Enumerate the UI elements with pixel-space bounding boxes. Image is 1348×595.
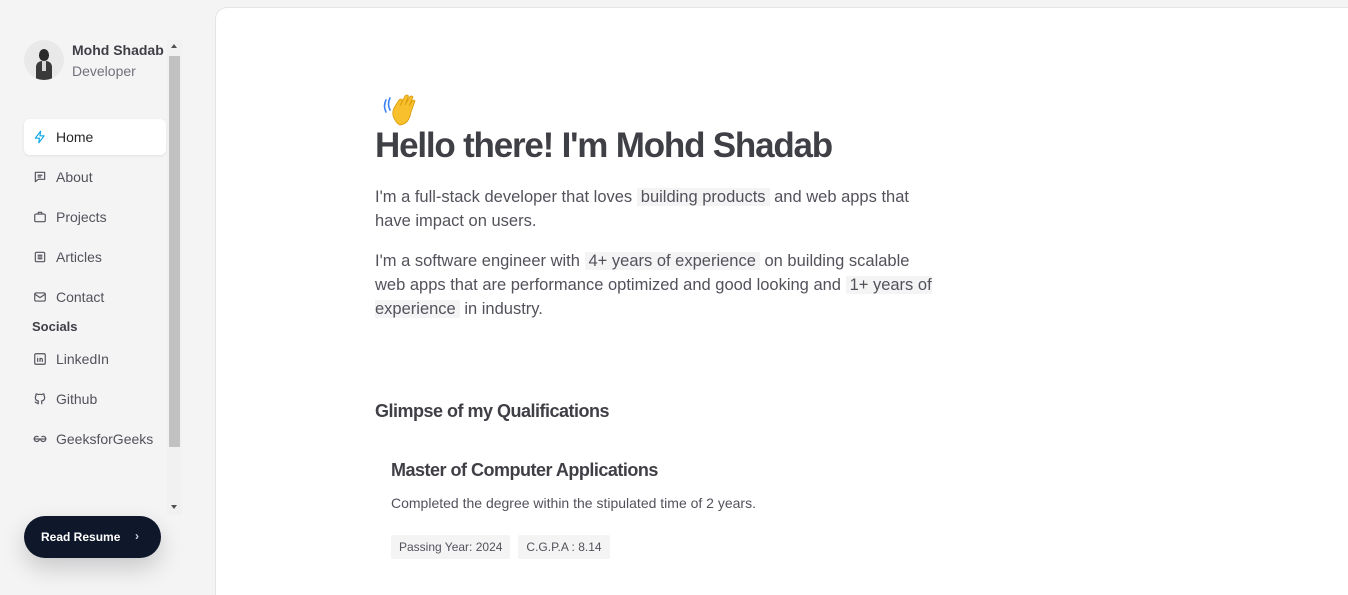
degree-description: Completed the degree within the stipulat…	[391, 495, 756, 511]
social-item-geeksforgeeks[interactable]: GeeksforGeeks	[24, 421, 166, 457]
main-content: Hello there! I'm Mohd Shadab I'm a full-…	[215, 7, 1348, 595]
read-resume-label: Read Resume	[41, 530, 121, 544]
intro-text: I'm a full-stack developer that loves	[375, 188, 637, 206]
scroll-down-arrow-icon[interactable]	[171, 505, 177, 509]
scrollbar-thumb[interactable]	[169, 56, 180, 447]
nav-item-label: Home	[56, 129, 94, 145]
briefcase-icon	[32, 209, 48, 225]
social-item-label: LinkedIn	[56, 351, 109, 367]
mail-icon	[32, 289, 48, 305]
experience-text: in industry.	[459, 300, 543, 318]
experience-text: I'm a software engineer with	[375, 252, 585, 270]
social-item-github[interactable]: Github	[24, 381, 166, 417]
qualifications-heading: Glimpse of my Qualifications	[375, 401, 610, 421]
socials-heading: Socials	[32, 319, 78, 334]
sidebar: Mohd Shadab Developer Home About Project…	[0, 0, 215, 595]
bolt-icon	[32, 129, 48, 145]
nav-item-label: About	[56, 169, 93, 185]
page-title: Hello there! I'm Mohd Shadab	[375, 126, 833, 165]
profile[interactable]: Mohd Shadab Developer	[24, 40, 164, 80]
profile-name: Mohd Shadab	[72, 41, 164, 58]
highlight-text: building products	[636, 188, 770, 206]
linkedin-icon	[32, 351, 48, 367]
nav-item-label: Articles	[56, 249, 102, 265]
document-icon	[32, 249, 48, 265]
avatar	[24, 40, 64, 80]
social-item-linkedin[interactable]: LinkedIn	[24, 341, 166, 377]
nav-item-articles[interactable]: Articles	[24, 239, 166, 275]
chevron-right-icon: ›	[135, 529, 139, 543]
tag-cgpa: C.G.P.A : 8.14	[518, 535, 610, 559]
sidebar-scroll-area: Mohd Shadab Developer Home About Project…	[0, 40, 182, 515]
nav-item-label: Contact	[56, 289, 105, 305]
main-nav: Home About Projects Articles Contact	[24, 119, 166, 319]
qualification-card: Master of Computer Applications Complete…	[391, 460, 931, 559]
degree-tags: Passing Year: 2024 C.G.P.A : 8.14	[391, 535, 931, 559]
experience-paragraph: I'm a software engineer with 4+ years of…	[375, 249, 937, 321]
nav-item-contact[interactable]: Contact	[24, 279, 166, 315]
geeksforgeeks-icon	[32, 431, 48, 447]
nav-item-label: Projects	[56, 209, 107, 225]
social-item-label: Github	[56, 391, 98, 407]
degree-title: Master of Computer Applications	[391, 460, 658, 480]
github-icon	[32, 391, 48, 407]
highlight-text: 4+ years of experience	[584, 252, 760, 270]
sidebar-scrollbar[interactable]	[167, 40, 182, 515]
message-icon	[32, 169, 48, 185]
tag-passing-year: Passing Year: 2024	[391, 535, 511, 559]
social-item-label: GeeksforGeeks	[56, 431, 154, 447]
nav-item-home[interactable]: Home	[24, 119, 166, 155]
nav-item-about[interactable]: About	[24, 159, 166, 195]
socials-list: LinkedIn Github GeeksforGeeks	[24, 341, 166, 461]
intro-paragraph: I'm a full-stack developer that loves bu…	[375, 185, 937, 233]
nav-item-projects[interactable]: Projects	[24, 199, 166, 235]
scroll-up-arrow-icon[interactable]	[171, 44, 177, 48]
profile-role: Developer	[72, 62, 136, 79]
read-resume-button[interactable]: Read Resume ›	[24, 516, 161, 558]
